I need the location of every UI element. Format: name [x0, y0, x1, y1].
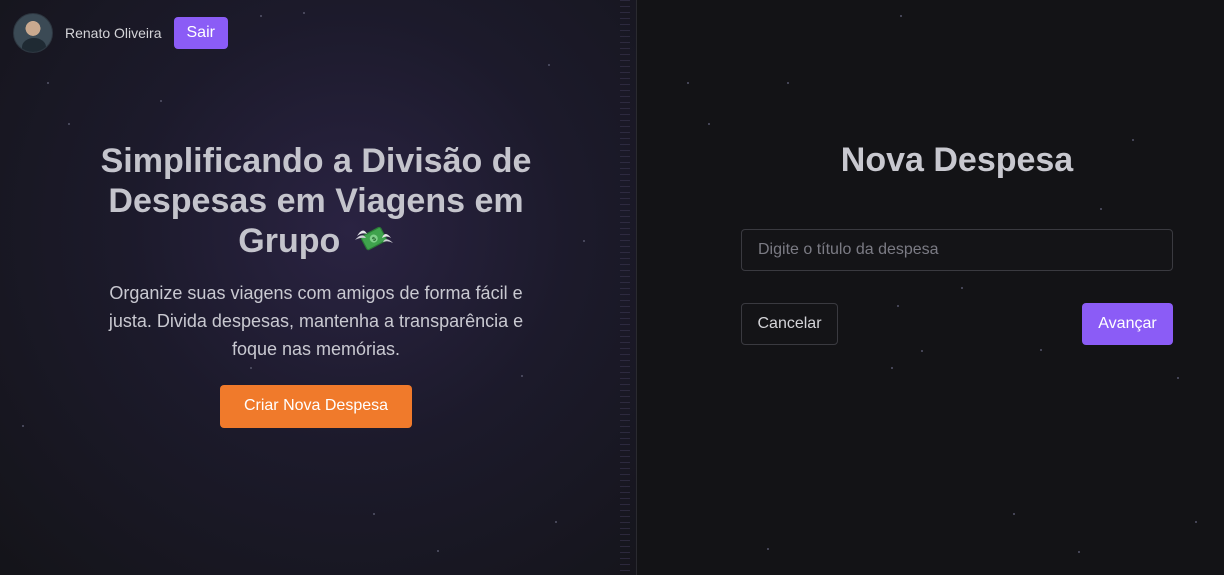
user-bar: Renato Oliveira Sair — [13, 13, 228, 53]
user-name: Renato Oliveira — [65, 25, 162, 41]
form-panel: Nova Despesa Cancelar Avançar — [637, 0, 1224, 575]
hero-description: Organize suas viagens com amigos de form… — [108, 282, 524, 359]
hero-title-text: Simplificando a Divisão de Despesas em V… — [100, 142, 532, 260]
expense-title-input[interactable] — [741, 229, 1173, 271]
hero-title: Simplificando a Divisão de Despesas em V… — [96, 141, 536, 265]
decorative-dashed-line — [620, 0, 630, 575]
avatar[interactable] — [13, 13, 53, 53]
money-with-wings-icon: $ — [354, 222, 394, 265]
hero-section: Simplificando a Divisão de Despesas em V… — [96, 141, 536, 428]
form-title: Nova Despesa — [840, 141, 1074, 179]
logout-button[interactable]: Sair — [173, 17, 228, 49]
create-expense-button[interactable]: Criar Nova Despesa — [219, 384, 413, 428]
next-button[interactable]: Avançar — [1082, 303, 1173, 345]
cancel-button[interactable]: Cancelar — [741, 303, 838, 345]
